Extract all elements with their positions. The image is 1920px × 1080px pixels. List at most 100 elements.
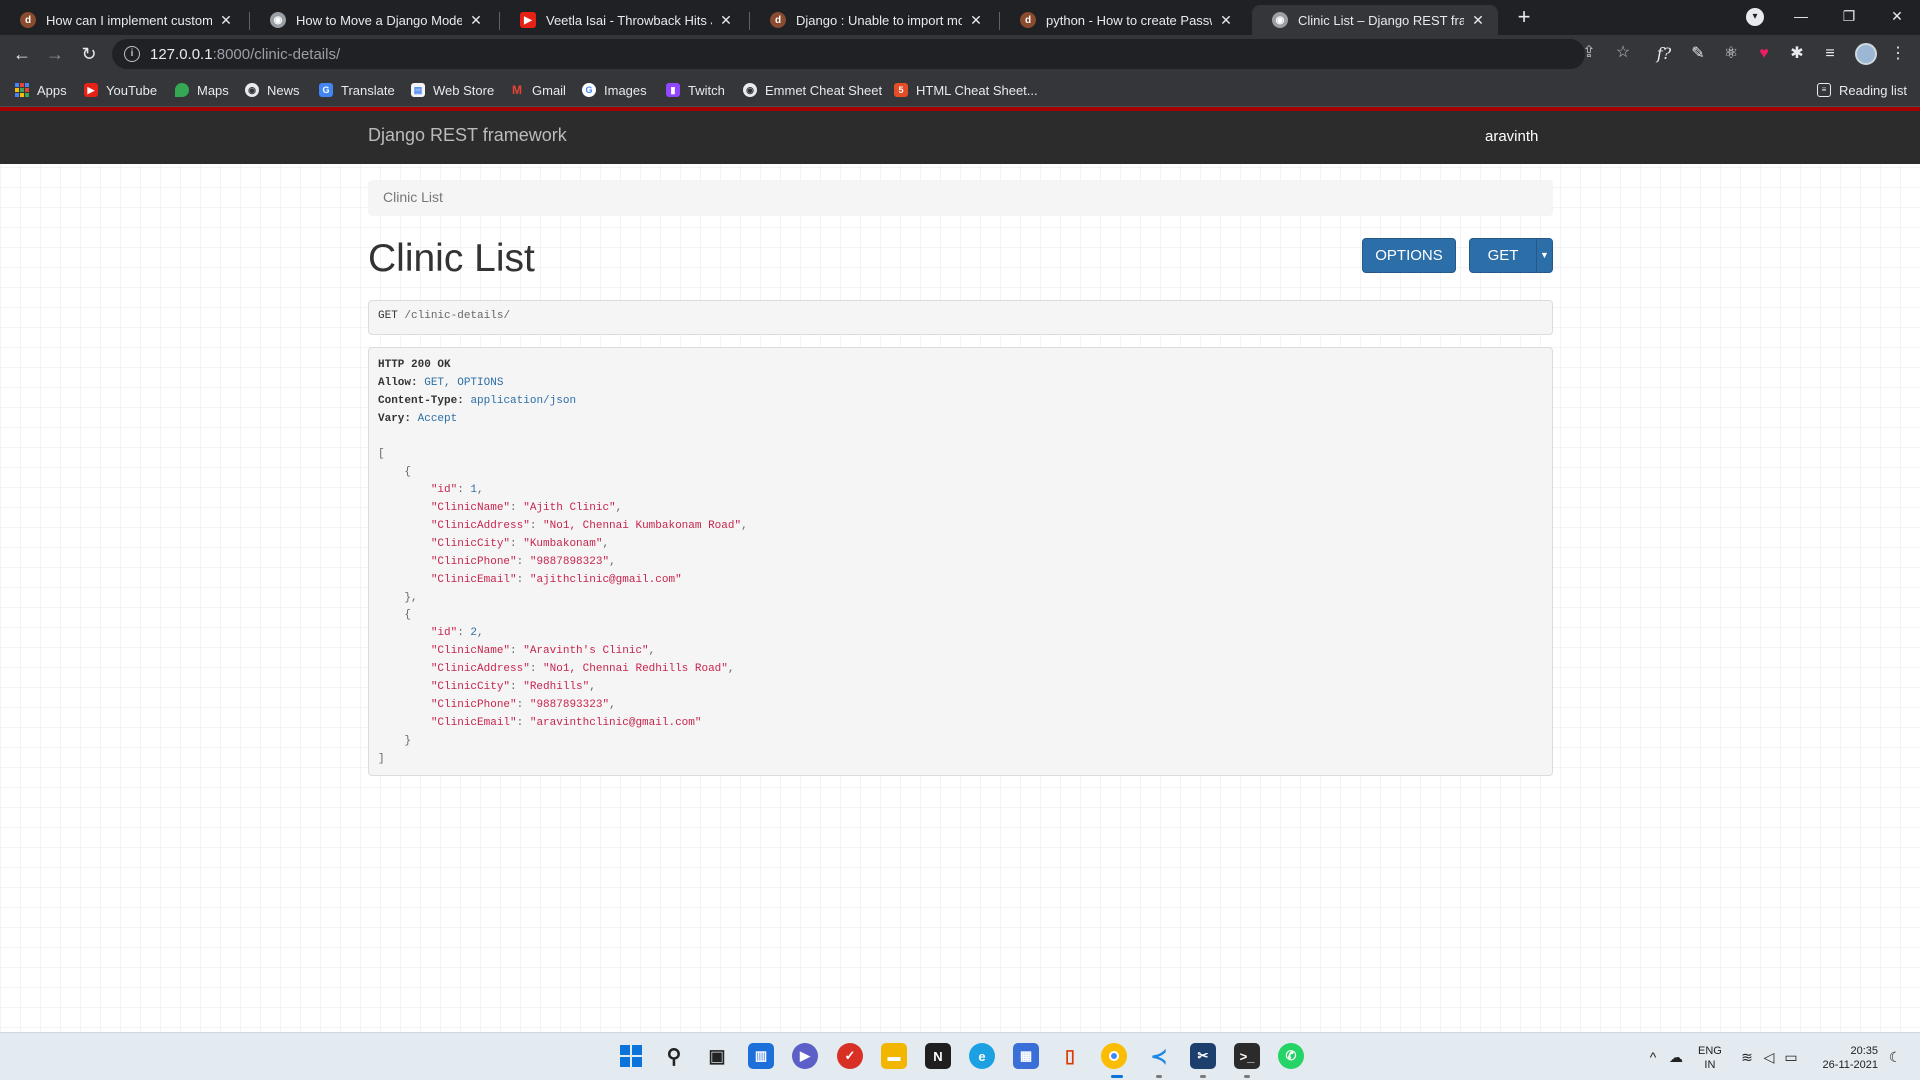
tab-strip: d How can I implement custom use ✕ ◉ How… [0, 0, 1920, 35]
search-icon[interactable]: ⚲ [661, 1043, 687, 1069]
react-devtools-icon[interactable]: ⚛ [1721, 44, 1741, 64]
header-content-type-value: application/json [470, 394, 577, 407]
share-icon[interactable]: ⇪ [1580, 44, 1598, 62]
todo-app-icon[interactable]: ✓ [837, 1043, 863, 1069]
minimize-button[interactable]: — [1778, 0, 1824, 32]
close-icon[interactable]: ✕ [718, 12, 734, 29]
close-icon[interactable]: ✕ [468, 12, 484, 29]
close-icon[interactable]: ✕ [1470, 12, 1486, 29]
bookmark-label: Twitch [688, 82, 725, 98]
task-view-icon[interactable]: ▣ [704, 1043, 730, 1069]
close-icon[interactable]: ✕ [968, 12, 984, 29]
close-icon[interactable]: ✕ [1218, 12, 1234, 29]
restore-button[interactable]: ❐ [1826, 0, 1872, 32]
focus-assist-icon[interactable]: ☾ [1886, 1048, 1904, 1066]
bookmark-images[interactable]: G Images [582, 80, 647, 100]
bookmark-html-cheat[interactable]: 5 HTML Cheat Sheet... [894, 80, 1038, 100]
heart-extension-icon[interactable]: ♥ [1754, 44, 1774, 64]
browser-toolbar: ← → ↻ i 127.0.0.1:8000/clinic-details/ ⇪… [0, 35, 1920, 73]
bookmark-apps[interactable]: Apps [15, 80, 67, 100]
whatsapp-icon[interactable]: ✆ [1278, 1043, 1304, 1069]
notion-icon[interactable]: N [925, 1043, 951, 1069]
breadcrumb-item[interactable]: Clinic List [383, 189, 443, 205]
tab-clinic-list[interactable]: ◉ Clinic List – Django REST framew ✕ [1252, 5, 1498, 35]
terminal-icon[interactable]: >_ [1234, 1043, 1260, 1069]
bookmark-translate[interactable]: G Translate [319, 80, 395, 100]
bookmark-emmet[interactable]: ◉ Emmet Cheat Sheet [743, 80, 882, 100]
json-clinic-phone: "9887898323" [529, 555, 610, 568]
globe-icon: ◉ [270, 12, 286, 28]
tab-python-password[interactable]: d python - How to create Password ✕ [1000, 5, 1246, 35]
reading-list-button[interactable]: ≡ Reading list [1817, 80, 1907, 100]
bookmark-maps[interactable]: Maps [175, 80, 229, 100]
caret-down-icon: ▼ [1540, 250, 1549, 260]
back-icon[interactable]: ← [10, 42, 34, 66]
onedrive-icon[interactable]: ☁ [1667, 1048, 1685, 1066]
teams-chat-icon[interactable]: ▶ [792, 1043, 818, 1069]
bookmark-label: Gmail [532, 82, 566, 98]
translate-icon: G [319, 83, 333, 97]
office-icon[interactable]: ▯ [1057, 1043, 1083, 1069]
battery-icon[interactable]: ▭ [1782, 1048, 1800, 1066]
django-icon: d [770, 12, 786, 28]
chrome-icon[interactable] [1101, 1043, 1127, 1069]
header-content-type-key: Content-Type: [378, 394, 464, 407]
avatar[interactable] [1855, 43, 1877, 65]
ms-store-icon[interactable]: ▦ [1013, 1043, 1039, 1069]
new-tab-button[interactable]: + [1512, 6, 1536, 30]
tab-title: How can I implement custom use [46, 12, 212, 28]
twitch-icon: ▮ [666, 83, 680, 97]
running-indicator [1111, 1075, 1123, 1078]
bookmark-twitch[interactable]: ▮ Twitch [666, 80, 725, 100]
tab-django-import[interactable]: d Django : Unable to import mode ✕ [750, 5, 996, 35]
puzzle-icon[interactable]: ✱ [1787, 44, 1807, 64]
bookmark-label: Maps [197, 82, 229, 98]
user-menu[interactable]: aravinth [1485, 128, 1538, 145]
html5-icon: 5 [894, 83, 908, 97]
bookmark-gmail[interactable]: M Gmail [510, 80, 566, 100]
close-icon[interactable]: ✕ [218, 12, 234, 29]
bookmark-label: Images [604, 82, 647, 98]
star-icon[interactable]: ☆ [1614, 44, 1632, 62]
tab-search-icon[interactable]: ▾ [1746, 8, 1764, 26]
edge-icon[interactable]: e [969, 1043, 995, 1069]
header-vary-key: Vary: [378, 412, 412, 425]
tab-veetla-isai[interactable]: ▶ Veetla Isai - Throwback Hits Juke ✕ [500, 5, 746, 35]
address-bar[interactable]: i 127.0.0.1:8000/clinic-details/ [112, 39, 1585, 69]
breadcrumb: Clinic List [368, 180, 1553, 216]
playlist-icon[interactable]: ≡ [1820, 44, 1840, 64]
windows-start-icon[interactable] [618, 1043, 644, 1069]
tab-title: Veetla Isai - Throwback Hits Juke [546, 12, 712, 28]
taskbar: ⚲ ▣ ▥ ▶ ✓ ▬ N e ▦ ▯ ≺ ✂ >_ ✆ ^ ☁ ENG IN … [0, 1032, 1920, 1080]
formula-extension-icon[interactable]: f? [1654, 44, 1674, 64]
bookmark-web-store[interactable]: ▤ Web Store [411, 80, 494, 100]
drf-brand-link[interactable]: Django REST framework [368, 125, 567, 146]
options-button[interactable]: OPTIONS [1362, 238, 1456, 273]
tab-title: Django : Unable to import mode [796, 12, 962, 28]
snipping-tool-icon[interactable]: ✂ [1190, 1043, 1216, 1069]
vscode-icon[interactable]: ≺ [1146, 1043, 1172, 1069]
volume-muted-icon[interactable]: ◁ [1760, 1048, 1778, 1066]
forward-icon[interactable]: → [43, 42, 67, 66]
bookmark-news[interactable]: ◉ News [245, 80, 300, 100]
bookmark-youtube[interactable]: ▶ YouTube [84, 80, 157, 100]
reload-icon[interactable]: ↻ [77, 42, 101, 66]
get-button[interactable]: GET [1469, 238, 1537, 273]
wifi-icon[interactable]: ≋ [1738, 1048, 1756, 1066]
file-explorer-icon[interactable]: ▬ [881, 1043, 907, 1069]
get-format-dropdown[interactable]: ▼ [1536, 238, 1553, 273]
chevron-up-icon[interactable]: ^ [1644, 1048, 1662, 1066]
language-indicator[interactable]: ENG IN [1698, 1044, 1722, 1072]
pen-extension-icon[interactable]: ✎ [1688, 44, 1708, 64]
menu-icon[interactable]: ⋮ [1888, 44, 1908, 64]
close-window-button[interactable]: ✕ [1874, 0, 1920, 32]
tab-custom-user[interactable]: d How can I implement custom use ✕ [0, 5, 246, 35]
info-icon[interactable]: i [124, 46, 140, 62]
clock[interactable]: 20:35 26-11-2021 [1820, 1044, 1878, 1072]
widgets-icon[interactable]: ▥ [748, 1043, 774, 1069]
apps-grid-icon [15, 83, 29, 97]
header-allow-key: Allow: [378, 376, 418, 389]
tab-title: How to Move a Django Model to [296, 12, 462, 28]
json-clinic-name: "Ajith Clinic" [523, 502, 616, 515]
tab-move-django-model[interactable]: ◉ How to Move a Django Model to ✕ [250, 5, 496, 35]
